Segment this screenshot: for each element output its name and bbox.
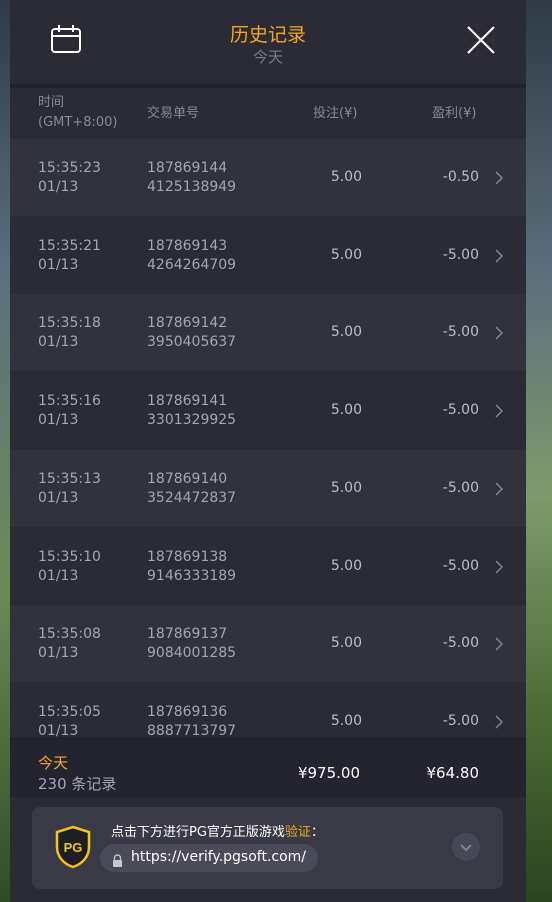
row-order-id-line2: 8887713797 xyxy=(147,723,237,737)
row-order-id-line2: 3950405637 xyxy=(147,334,237,350)
row-bet: 5.00 xyxy=(330,558,362,574)
row-profit: -5.00 xyxy=(442,635,479,651)
row-date: 01/13 xyxy=(38,334,79,350)
record-list: 15:35:23 01/13 187869144 4125138949 5.00 -0.5… xyxy=(10,139,526,737)
row-profit: -0.50 xyxy=(442,169,479,185)
chevron-right-icon xyxy=(494,481,504,496)
chevron-right-icon xyxy=(494,403,504,418)
history-panel: 历史记录 今天 时间 (GMT+8:00) 交易单号 投注(¥) 盈利(¥) 1… xyxy=(10,0,526,902)
row-order-id-line2: 3301329925 xyxy=(147,412,237,428)
table-row[interactable]: 15:35:23 01/13 187869144 4125138949 5.00 -0.5… xyxy=(10,139,526,216)
column-bet: 投注(¥) xyxy=(313,106,358,121)
table-header: 时间 (GMT+8:00) 交易单号 投注(¥) 盈利(¥) xyxy=(10,88,526,139)
chevron-down-icon[interactable] xyxy=(452,833,480,861)
verify-highlight: 验证 xyxy=(284,825,311,840)
row-order-id-line1: 187869142 xyxy=(147,315,228,331)
verify-banner: PG 点击下方进行PG官方正版游戏验证： https://verify.pgso… xyxy=(32,807,503,889)
summary-total-profit: ¥64.80 xyxy=(426,764,480,782)
row-bet: 5.00 xyxy=(330,324,362,340)
row-time: 15:35:21 xyxy=(38,238,101,254)
row-bet: 5.00 xyxy=(330,713,362,729)
row-time: 15:35:16 xyxy=(38,393,101,409)
row-profit: -5.00 xyxy=(442,247,479,263)
row-bet: 5.00 xyxy=(330,480,362,496)
row-bet: 5.00 xyxy=(330,402,362,418)
row-date: 01/13 xyxy=(38,568,79,584)
table-row[interactable]: 15:35:10 01/13 187869138 9146333189 5.00 -5.0… xyxy=(10,528,526,605)
row-time: 15:35:05 xyxy=(38,704,101,720)
column-timezone: (GMT+8:00) xyxy=(38,115,118,130)
page-title: 历史记录 xyxy=(229,24,306,46)
row-profit: -5.00 xyxy=(442,558,479,574)
row-time: 15:35:08 xyxy=(38,626,101,642)
chevron-right-icon xyxy=(494,714,504,729)
column-time: 时间 xyxy=(38,95,65,110)
column-profit: 盈利(¥) xyxy=(432,106,477,121)
column-order-id: 交易单号 xyxy=(147,106,200,121)
chevron-right-icon xyxy=(494,248,504,263)
table-row[interactable]: 15:35:16 01/13 187869141 3301329925 5.00 -5.0… xyxy=(10,372,526,449)
row-date: 01/13 xyxy=(38,257,79,273)
summary-footer: 今天 230 条记录 ¥975.00 ¥64.80 xyxy=(10,737,526,797)
row-date: 01/13 xyxy=(38,645,79,661)
table-row[interactable]: 15:35:18 01/13 187869142 3950405637 5.00 -5.0… xyxy=(10,294,526,371)
row-order-id-line2: 4125138949 xyxy=(147,179,237,195)
row-bet: 5.00 xyxy=(330,247,362,263)
date-filter-label: 今天 xyxy=(252,48,283,66)
row-bet: 5.00 xyxy=(330,635,362,651)
row-order-id-line1: 187869136 xyxy=(147,704,228,720)
row-date: 01/13 xyxy=(38,179,79,195)
verify-url-link[interactable]: https://verify.pgsoft.com/ xyxy=(100,844,318,872)
summary-count: 230 条记录 xyxy=(38,775,117,793)
row-order-id-line2: 9084001285 xyxy=(147,645,237,661)
chevron-right-icon xyxy=(494,170,504,185)
row-profit: -5.00 xyxy=(442,402,479,418)
verify-url: https://verify.pgsoft.com/ xyxy=(131,849,307,865)
row-order-id-line2: 9146333189 xyxy=(147,568,237,584)
lock-icon xyxy=(112,852,123,867)
row-order-id-line1: 187869141 xyxy=(147,393,228,409)
summary-total-bet: ¥975.00 xyxy=(297,764,360,782)
row-date: 01/13 xyxy=(38,490,79,506)
row-time: 15:35:13 xyxy=(38,471,101,487)
close-icon[interactable] xyxy=(465,24,497,56)
pg-shield-logo: PG xyxy=(54,825,92,869)
row-order-id-line1: 187869140 xyxy=(147,471,228,487)
row-profit: -5.00 xyxy=(442,480,479,496)
logo-text: PG xyxy=(64,840,83,855)
summary-period: 今天 xyxy=(38,754,69,772)
row-order-id-line1: 187869143 xyxy=(147,238,228,254)
table-row[interactable]: 15:35:13 01/13 187869140 3524472837 5.00 -5.0… xyxy=(10,450,526,527)
header: 历史记录 今天 xyxy=(10,0,526,84)
row-time: 15:35:10 xyxy=(38,549,101,565)
table-row[interactable]: 15:35:21 01/13 187869143 4264264709 5.00 -5.0… xyxy=(10,217,526,294)
chevron-right-icon xyxy=(494,559,504,574)
chevron-right-icon xyxy=(494,325,504,340)
table-row[interactable]: 15:35:08 01/13 187869137 9084001285 5.00 -5.0… xyxy=(10,605,526,682)
chevron-right-icon xyxy=(494,636,504,651)
row-profit: -5.00 xyxy=(442,713,479,729)
row-time: 15:35:18 xyxy=(38,315,101,331)
row-order-id-line2: 4264264709 xyxy=(147,257,237,273)
row-order-id-line2: 3524472837 xyxy=(147,490,237,506)
row-time: 15:35:23 xyxy=(38,160,101,176)
row-date: 01/13 xyxy=(38,412,79,428)
row-bet: 5.00 xyxy=(330,169,362,185)
row-profit: -5.00 xyxy=(442,324,479,340)
row-order-id-line1: 187869144 xyxy=(147,160,228,176)
background-left xyxy=(0,0,10,902)
row-date: 01/13 xyxy=(38,723,79,737)
row-order-id-line1: 187869138 xyxy=(147,549,228,565)
verify-text: 点击下方进行PG官方正版游戏验证： xyxy=(111,825,324,840)
row-order-id-line1: 187869137 xyxy=(147,626,228,642)
table-row[interactable]: 15:35:05 01/13 187869136 8887713797 5.00 -5.0… xyxy=(10,683,526,737)
background-right xyxy=(526,0,552,902)
